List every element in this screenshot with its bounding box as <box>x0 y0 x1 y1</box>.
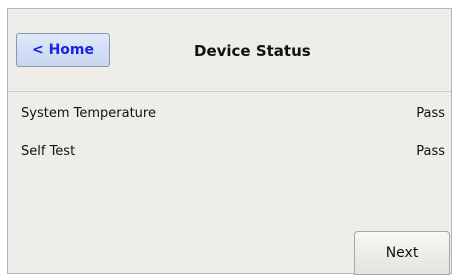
status-row-system-temperature: System Temperature Pass <box>21 106 445 124</box>
page-title: Device Status <box>194 42 311 60</box>
status-label: System Temperature <box>21 106 156 121</box>
status-label: Self Test <box>21 144 76 159</box>
next-button[interactable]: Next <box>354 231 450 275</box>
header-divider <box>8 91 451 92</box>
status-row-self-test: Self Test Pass <box>21 144 445 162</box>
status-value: Pass <box>416 106 445 121</box>
device-status-screen: < Home Device Status System Temperature … <box>7 8 452 275</box>
status-value: Pass <box>416 144 445 159</box>
home-button[interactable]: < Home <box>16 33 110 67</box>
